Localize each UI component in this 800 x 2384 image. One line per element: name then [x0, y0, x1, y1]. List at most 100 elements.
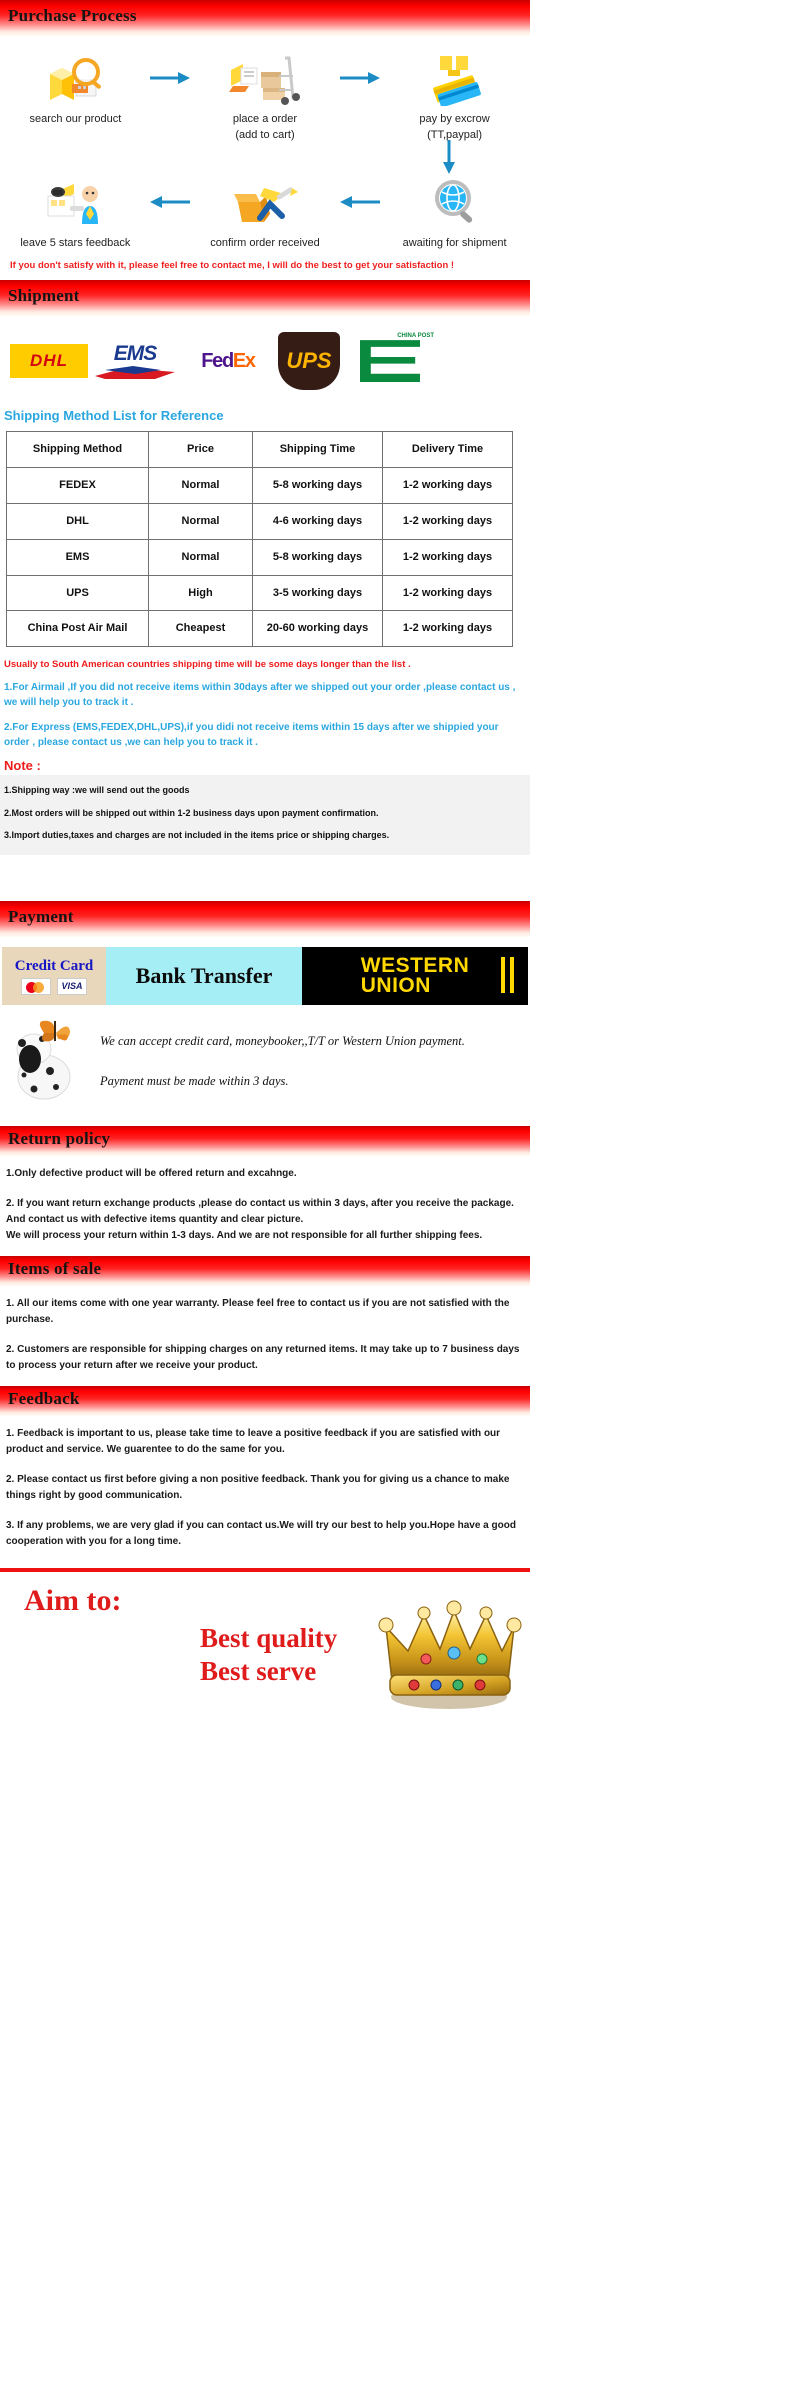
section-banner-shipment: Shipment	[0, 280, 530, 317]
section-banner-feedback: Feedback	[0, 1386, 530, 1416]
ups-logo-text: UPS	[278, 332, 340, 391]
cell-shipping-time: 4-6 working days	[252, 502, 383, 540]
western-union-line1: WESTERN	[360, 954, 470, 978]
south-america-note: Usually to South American countries ship…	[4, 659, 411, 671]
credit-card-label: Credit Card	[14, 957, 94, 974]
process-label-order-line1: place a order	[232, 113, 298, 125]
cell-shipping-time: 3-5 working days	[252, 574, 383, 612]
satisfaction-note: If you don't satisfy with it, please fee…	[10, 259, 455, 271]
section-title-feedback: Feedback	[8, 1388, 80, 1408]
return-policy-body: 1.Only defective product will be offered…	[0, 1156, 530, 1256]
column-header-price: Price	[148, 431, 253, 468]
process-arrow-1	[148, 50, 192, 106]
process-step-feedback: leave 5 stars feedback	[9, 174, 141, 252]
process-row-1: search our product place a order (add to…	[6, 50, 524, 144]
cell-method: FEDEX	[6, 467, 149, 504]
cell-price: Normal	[148, 538, 253, 576]
purchase-process-diagram: search our product place a order (add to…	[0, 36, 530, 281]
section-title-shipment: Shipment	[8, 285, 80, 305]
cell-method: DHL	[6, 502, 149, 540]
process-label-order: place a order (add to cart)	[199, 112, 331, 144]
process-step-awaiting: awaiting for shipment	[389, 174, 521, 252]
shipping-notes-list: 1.Shipping way :we will send out the goo…	[0, 775, 530, 855]
magnifier-building-icon	[9, 50, 141, 106]
cart-boxes-icon	[199, 50, 331, 106]
ems-logo: EMS	[92, 341, 178, 382]
column-header-method: Shipping Method	[6, 431, 149, 468]
gold-crown-icon	[374, 1593, 524, 1718]
cell-shipping-time: 5-8 working days	[252, 538, 383, 576]
process-step-search: search our product	[9, 50, 141, 128]
process-label-awaiting: awaiting for shipment	[402, 236, 507, 249]
dhl-logo: DHL	[10, 344, 88, 379]
cell-shipping-time: 5-8 working days	[252, 467, 383, 504]
process-step-order: place a order (add to cart)	[199, 50, 331, 144]
dhl-logo-text: DHL	[10, 344, 88, 379]
spacer	[0, 855, 530, 901]
dalmatian-butterfly-icon	[4, 1015, 100, 1101]
cell-shipping-time: 20-60 working days	[252, 610, 383, 648]
column-header-delivery-time: Delivery Time	[382, 431, 513, 468]
ems-logo-text: EMS	[113, 342, 158, 366]
section-banner-return-policy: Return policy	[0, 1126, 530, 1156]
carrier-logo-strip: DHL EMS Fed Ex UPS CHINA POST	[0, 316, 530, 402]
items-of-sale-paragraph: 2. Customers are responsible for shippin…	[6, 1344, 520, 1371]
section-title-return-policy: Return policy	[8, 1128, 111, 1148]
cell-delivery-time: 1-2 working days	[382, 574, 513, 612]
payment-deadline-line: Payment must be made within 3 days.	[100, 1073, 289, 1088]
process-label-confirm: confirm order received	[210, 236, 320, 249]
fedex-logo-ex: Ex	[232, 349, 256, 372]
mastercard-icon	[21, 977, 51, 995]
cell-price: Normal	[148, 467, 253, 504]
cell-method: EMS	[6, 538, 149, 576]
cell-delivery-time: 1-2 working days	[382, 610, 513, 648]
note-item: 1.Shipping way :we will send out the goo…	[4, 785, 190, 796]
shipping-method-table: Shipping Method Price Shipping Time Deli…	[6, 431, 513, 648]
cell-method: UPS	[6, 574, 149, 612]
cell-price: Cheapest	[148, 610, 253, 648]
table-row: DHL Normal 4-6 working days 1-2 working …	[6, 502, 513, 540]
return-policy-paragraph: 1.Only defective product will be offered…	[6, 1168, 297, 1179]
open-box-check-icon	[199, 174, 331, 230]
table-row: China Post Air Mail Cheapest 20-60 worki…	[6, 610, 513, 648]
column-header-shipping-time: Shipping Time	[252, 431, 383, 468]
fedex-logo: Fed Ex	[182, 346, 274, 377]
western-union-line2: UNION	[360, 974, 431, 997]
western-union-bars-icon	[501, 957, 514, 993]
section-title-payment: Payment	[8, 906, 74, 926]
feedback-paragraph: 3. If any problems, we are very glad if …	[6, 1520, 516, 1547]
table-row: EMS Normal 5-8 working days 1-2 working …	[6, 538, 513, 576]
process-label-pay-line1: pay by excrow	[419, 113, 490, 125]
fedex-logo-text: Fed	[201, 349, 234, 372]
feedback-paragraph: 2. Please contact us first before giving…	[6, 1474, 510, 1501]
process-arrow-down	[6, 139, 524, 174]
note-item: 3.Import duties,taxes and charges are no…	[4, 830, 390, 841]
cell-delivery-time: 1-2 working days	[382, 502, 513, 540]
cell-delivery-time: 1-2 working days	[382, 467, 513, 504]
return-policy-paragraph: 2. If you want return exchange products …	[6, 1198, 514, 1241]
table-row: FEDEX Normal 5-8 working days 1-2 workin…	[6, 467, 513, 504]
china-post-logo-text: CHINA POST	[397, 333, 434, 340]
items-of-sale-paragraph: 1. All our items come with one year warr…	[6, 1298, 510, 1325]
section-banner-items-of-sale: Items of sale	[0, 1256, 530, 1286]
shipping-table-heading: Shipping Method List for Reference	[4, 408, 224, 424]
cell-method: China Post Air Mail	[6, 610, 149, 648]
china-post-mark-icon	[360, 340, 420, 383]
ups-logo: UPS	[278, 332, 340, 391]
feedback-body: 1. Feedback is important to us, please t…	[0, 1416, 530, 1562]
process-label-search: search our product	[29, 113, 122, 125]
product-listing-page: Purchase Process search our product plac…	[0, 0, 530, 1722]
process-step-pay: pay by excrow (TT,paypal)	[389, 50, 521, 144]
china-post-logo: CHINA POST	[344, 333, 436, 388]
feedback-paragraph: 1. Feedback is important to us, please t…	[6, 1428, 501, 1455]
section-title-purchase: Purchase Process	[8, 5, 137, 25]
aim-banner: Aim to: Best quality Best serve	[0, 1572, 530, 1722]
western-union-logo: WESTERN UNION	[302, 947, 528, 1005]
cell-price: High	[148, 574, 253, 612]
process-label-order-line2: (add to cart)	[235, 128, 295, 141]
process-row-2: leave 5 stars feedback confirm order rec…	[6, 174, 524, 252]
process-step-confirm: confirm order received	[199, 174, 331, 252]
note-heading: Note :	[4, 758, 41, 774]
payment-accept-line: We can accept credit card, moneybooker,,…	[100, 1034, 465, 1048]
note-item: 2.Most orders will be shipped out within…	[4, 807, 379, 818]
